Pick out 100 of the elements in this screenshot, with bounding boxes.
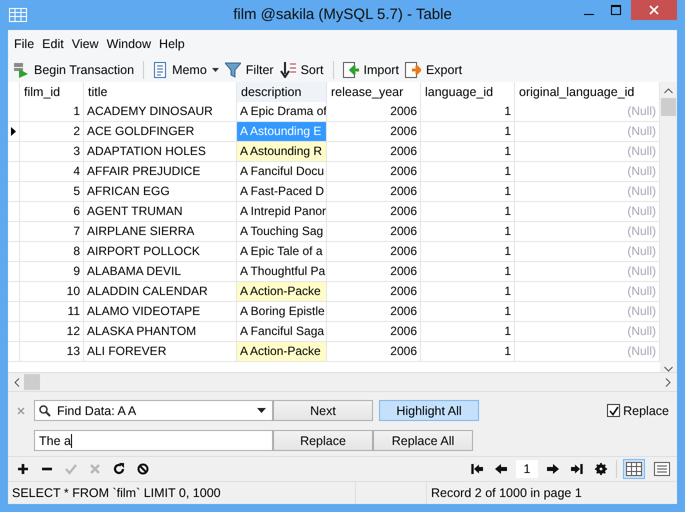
status-record: Record 2 of 1000 in page 1 <box>430 486 582 500</box>
table-cell: A Touching Sag <box>237 222 327 242</box>
table-cell: 1 <box>421 302 515 322</box>
checkbox[interactable] <box>607 404 620 417</box>
table-cell: A Action-Packe <box>237 342 327 362</box>
scroll-up-icon[interactable] <box>664 88 673 94</box>
table-cell: 2006 <box>327 282 421 302</box>
table-cell: 2006 <box>327 182 421 202</box>
replace-all-button[interactable]: Replace All <box>373 430 473 451</box>
table-cell: 2006 <box>327 302 421 322</box>
menu-item[interactable]: Help <box>159 36 191 50</box>
table-cell: A Fast-Paced D <box>237 182 327 202</box>
toolbar-button[interactable]: Sort <box>276 58 327 80</box>
table-cell: 2006 <box>327 242 421 262</box>
menu-item[interactable]: View <box>72 36 105 50</box>
menu-item[interactable]: Window <box>106 36 158 50</box>
table-cell: 13 <box>20 342 84 362</box>
page-number-field[interactable]: 1 <box>516 460 538 478</box>
table-cell: 2006 <box>327 162 421 182</box>
table-cell: A Action-Packe <box>237 282 327 302</box>
table-cell: 2006 <box>327 202 421 222</box>
window-title: film @sakila (MySQL 5.7) - Table <box>233 6 452 23</box>
close-button[interactable] <box>631 0 677 20</box>
column-header[interactable]: release_year <box>327 82 421 102</box>
table-cell: ADAPTATION HOLES <box>84 142 237 162</box>
table-cell: 2006 <box>327 262 421 282</box>
table-cell: 2006 <box>327 122 421 142</box>
highlight-all-button[interactable]: Highlight All <box>379 400 479 421</box>
table-cell: 1 <box>421 182 515 202</box>
table-cell: ALASKA PHANTOM <box>84 322 237 342</box>
vertical-scrollbar[interactable] <box>660 82 677 372</box>
scroll-left-icon[interactable] <box>14 378 20 386</box>
toolbar-button[interactable]: Begin Transaction <box>10 58 138 80</box>
replace-button[interactable]: Replace <box>273 430 373 451</box>
table-cell: AIRPORT POLLOCK <box>84 242 237 262</box>
table-cell: 8 <box>20 242 84 262</box>
table-cell: AFFAIR PREJUDICE <box>84 162 237 182</box>
table-cell: 1 <box>421 162 515 182</box>
column-header[interactable]: language_id <box>421 82 515 102</box>
search-icon <box>39 404 51 416</box>
menu-item[interactable]: File <box>14 36 40 50</box>
replace-checkbox[interactable]: Replace <box>607 404 669 418</box>
scroll-down-icon[interactable] <box>664 366 673 372</box>
play-icon <box>13 62 29 78</box>
table-cell: 1 <box>421 242 515 262</box>
column-header[interactable]: description <box>237 82 327 102</box>
scrollbar-thumb[interactable] <box>661 98 676 116</box>
check-icon <box>65 463 77 475</box>
table-cell: A Boring Epistle <box>237 302 327 322</box>
table-icon <box>9 8 27 22</box>
scroll-right-icon[interactable] <box>665 378 671 386</box>
table-cell: 11 <box>20 302 84 322</box>
table-cell: 1 <box>421 102 515 122</box>
toolbar-button[interactable]: Filter <box>222 58 277 80</box>
toolbar-button[interactable]: Memo <box>150 58 222 80</box>
table-cell: 1 <box>421 122 515 142</box>
table-cell: 3 <box>20 142 84 162</box>
export-icon <box>404 62 421 78</box>
search-field[interactable]: Find Data: A A <box>34 400 273 421</box>
filter-icon <box>224 62 241 78</box>
table-cell: 2006 <box>327 102 421 122</box>
table-cell: 2006 <box>327 342 421 362</box>
table-cell: AIRPLANE SIERRA <box>84 222 237 242</box>
table-cell: 1 <box>421 222 515 242</box>
table-cell: 12 <box>20 322 84 342</box>
toolbar-button[interactable]: Import <box>340 58 402 80</box>
import-icon <box>342 62 359 78</box>
table-cell: 1 <box>421 322 515 342</box>
horizontal-scrollbar[interactable] <box>8 372 677 391</box>
stop-icon <box>137 463 149 475</box>
table-cell: A Fanciful Docu <box>237 162 327 182</box>
table-cell: 2006 <box>327 322 421 342</box>
table-cell: A Intrepid Panor <box>237 202 327 222</box>
table-cell: 5 <box>20 182 84 202</box>
replace-field[interactable]: The a <box>34 430 273 451</box>
grid-view-button[interactable] <box>623 459 645 479</box>
table-cell: AFRICAN EGG <box>84 182 237 202</box>
table-cell: ALI FOREVER <box>84 342 237 362</box>
table-cell: AGENT TRUMAN <box>84 202 237 222</box>
table-cell: 1 <box>421 342 515 362</box>
table-cell: 1 <box>20 102 84 122</box>
sort-icon <box>280 62 296 78</box>
table-cell: ALADDIN CALENDAR <box>84 282 237 302</box>
table-cell: A Astounding R <box>237 142 327 162</box>
table-cell: A Epic Tale of a <box>237 242 327 262</box>
current-row-icon <box>11 127 16 136</box>
table-cell: 10 <box>20 282 84 302</box>
table-cell: 6 <box>20 202 84 222</box>
next-button[interactable]: Next <box>273 400 373 421</box>
settings-button[interactable] <box>592 460 610 478</box>
column-header[interactable]: film_id <box>20 82 84 102</box>
table-cell: ALABAMA DEVIL <box>84 262 237 282</box>
scrollbar-thumb[interactable] <box>24 374 40 390</box>
menu-item[interactable]: Edit <box>42 36 70 50</box>
toolbar-button[interactable]: Export <box>402 58 466 80</box>
form-view-button[interactable] <box>651 459 673 479</box>
table-cell: 7 <box>20 222 84 242</box>
table-cell: ALAMO VIDEOTAPE <box>84 302 237 322</box>
table-cell: 2006 <box>327 222 421 242</box>
table-cell: ACADEMY DINOSAUR <box>84 102 237 122</box>
